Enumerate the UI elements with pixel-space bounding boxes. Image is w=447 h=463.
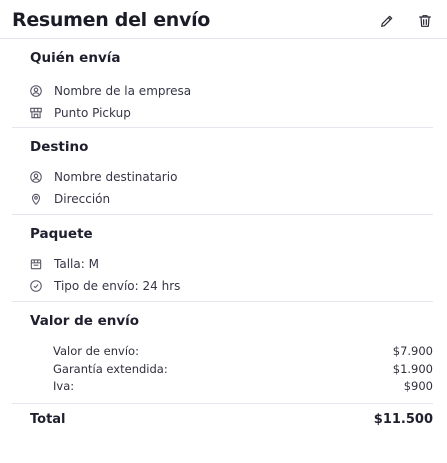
shipping-summary-panel: Resumen del envío Quién envía Nombre de … [0,0,447,463]
extended-warranty-label: Garantía extendida: [53,362,168,376]
user-circle-icon [28,84,43,99]
store-icon [28,106,43,121]
package-size-label: Talla: M [54,257,99,271]
summary-header: Resumen del envío [0,0,447,39]
total-value: $11.500 [373,412,433,427]
total-label: Total [30,412,66,427]
destination-address-label: Dirección [54,192,111,206]
destination-address-item: Dirección [28,191,110,207]
clock-check-icon [28,279,43,294]
package-section-title: Paquete [30,226,93,242]
location-pin-icon [28,192,43,207]
destination-recipient-label: Nombre destinatario [54,170,178,184]
sender-company-label: Nombre de la empresa [54,84,192,98]
extended-warranty-row: Garantía extendida: $1.900 [53,362,433,376]
trash-icon[interactable] [416,12,434,30]
destination-recipient-item: Nombre destinatario [28,169,177,185]
sender-company-item: Nombre de la empresa [28,83,191,99]
shipping-fee-row: Valor de envío: $7.900 [53,344,433,358]
pencil-icon[interactable] [378,12,396,30]
tax-row: Iva: $900 [53,379,433,393]
sender-pickup-item: Punto Pickup [28,105,131,121]
package-section: Paquete Talla: M Tipo de envío: 24 hrs [12,215,433,302]
sender-section-title: Quién envía [30,50,121,66]
package-type-label: Tipo de envío: 24 hrs [54,279,181,293]
package-size-item: Talla: M [28,256,99,272]
tax-label: Iva: [53,379,75,393]
destination-section: Destino Nombre destinatario Dirección [12,128,433,215]
total-row: Total $11.500 [30,412,433,427]
destination-section-title: Destino [30,139,89,155]
package-type-item: Tipo de envío: 24 hrs [28,278,180,294]
extended-warranty-value: $1.900 [392,362,433,376]
user-circle-icon [28,170,43,185]
tax-value: $900 [403,379,433,393]
shipping-value-section: Valor de envío Valor de envío: $7.900 Ga… [12,302,433,404]
summary-title: Resumen del envío [12,9,211,31]
sender-pickup-label: Punto Pickup [54,106,131,120]
shipping-fee-label: Valor de envío: [53,344,139,358]
shipping-value-title: Valor de envío [30,313,140,329]
shipping-fee-value: $7.900 [392,344,433,358]
sender-section: Quién envía Nombre de la empresa Punto P… [12,39,433,128]
package-icon [28,257,43,272]
